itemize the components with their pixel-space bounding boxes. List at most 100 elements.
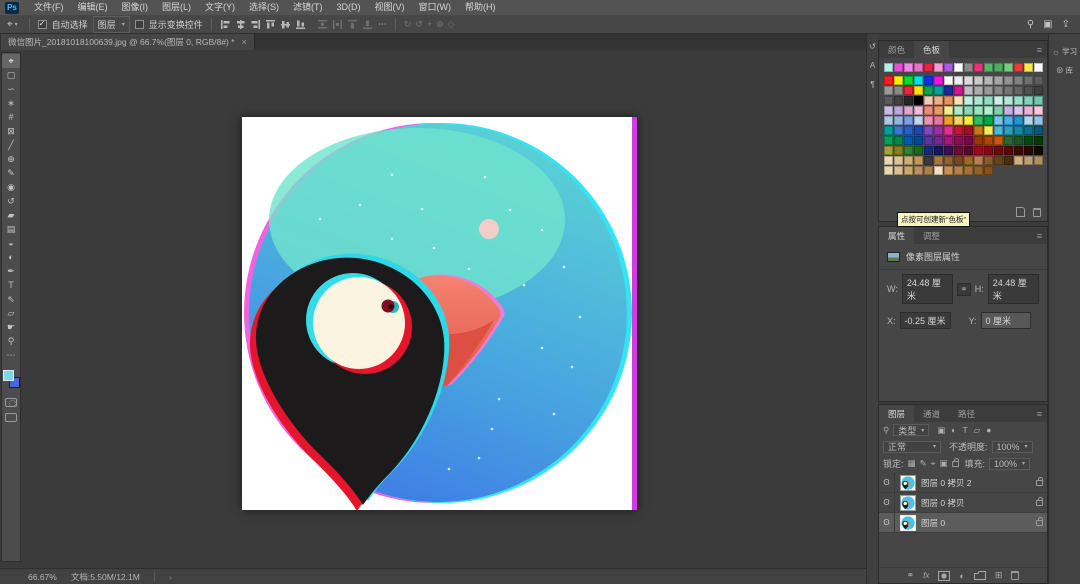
swatch[interactable] [904,116,913,125]
swatch[interactable] [1004,96,1013,105]
filter-kind-icon[interactable]: ▱ [974,425,981,436]
swatch[interactable] [1034,86,1043,95]
swatch[interactable] [974,136,983,145]
swatch[interactable] [1034,156,1043,165]
swatch[interactable] [944,86,953,95]
swatch[interactable] [884,166,893,175]
layer-lock-icon[interactable] [1036,500,1043,506]
tab-paths[interactable]: 路径 [949,405,984,422]
swatch[interactable] [994,76,1003,85]
align-top-icon[interactable] [265,19,276,30]
swatch[interactable] [934,156,943,165]
align-left-icon[interactable] [220,19,231,30]
menu-item[interactable]: 图层(L) [155,0,198,15]
swatch[interactable] [934,106,943,115]
swatch[interactable] [924,116,933,125]
swatch[interactable] [904,136,913,145]
swatch[interactable] [1004,156,1013,165]
swatch[interactable] [944,166,953,175]
adjustment-layer-icon[interactable]: ◐ [959,571,964,581]
swatch[interactable] [884,63,893,72]
swatch[interactable] [894,86,903,95]
swatch[interactable] [934,86,943,95]
swatch[interactable] [964,76,973,85]
distribute-left-icon[interactable] [362,19,373,30]
swatch[interactable] [924,86,933,95]
menu-item[interactable]: 文件(F) [27,0,71,15]
swatch[interactable] [954,166,963,175]
swatch[interactable] [1034,63,1043,72]
hand-tool[interactable]: ☛ [2,320,20,334]
swatch[interactable] [904,126,913,135]
swatch[interactable] [924,156,933,165]
swatch[interactable] [944,76,953,85]
swatch[interactable] [894,136,903,145]
swatch[interactable] [984,146,993,155]
auto-select-target-dropdown[interactable]: 图层 ▾ [93,16,130,33]
swatch[interactable] [934,96,943,105]
layer-lock-icon[interactable] [1036,520,1043,526]
swatch[interactable] [1034,136,1043,145]
swatch[interactable] [924,106,933,115]
search-icon[interactable]: ⚲ [1027,19,1034,30]
swatch[interactable] [904,86,913,95]
swatch[interactable] [994,126,1003,135]
layer-thumbnail[interactable] [900,515,916,531]
path-select-tool[interactable]: ⇖ [2,292,20,306]
swatch[interactable] [884,146,893,155]
swatch[interactable] [924,63,933,72]
swatch[interactable] [954,146,963,155]
swatch[interactable] [934,166,943,175]
frame-tool[interactable]: ⊠ [2,124,20,138]
swatch[interactable] [894,116,903,125]
fill-dropdown[interactable]: 100% ▾ [989,458,1030,470]
layer-row[interactable]: ʘ 图层 0 拷贝 2 [879,473,1047,493]
lock-option-icon[interactable]: ✎ [920,458,927,469]
swatch[interactable] [884,156,893,165]
swatch[interactable] [1004,76,1013,85]
document-tab[interactable]: 微信图片_20181018100639.jpg @ 66.7%(图层 0, RG… [1,34,255,50]
layer-row[interactable]: ʘ 图层 0 拷贝 [879,493,1047,513]
layer-name[interactable]: 图层 0 拷贝 2 [921,477,972,489]
swatch[interactable] [1034,126,1043,135]
swatch[interactable] [984,96,993,105]
magic-wand-tool[interactable]: ∗ [2,96,20,110]
swatch[interactable] [964,106,973,115]
move-tool[interactable]: ⌖ [2,54,20,68]
swatch[interactable] [934,116,943,125]
swatch[interactable] [984,136,993,145]
swatch[interactable] [964,96,973,105]
swatch[interactable] [924,166,933,175]
swatch[interactable] [884,116,893,125]
swatch[interactable] [994,116,1003,125]
swatch[interactable] [1014,146,1023,155]
swatch[interactable] [944,63,953,72]
visibility-eye-icon[interactable]: ʘ [879,493,895,512]
swatch[interactable] [954,126,963,135]
swatch[interactable] [914,63,923,72]
swatch[interactable] [994,156,1003,165]
blur-tool[interactable]: ◒ [2,236,20,250]
more-tools[interactable]: ⋯ [2,348,20,362]
swatch[interactable] [974,156,983,165]
link-layers-icon[interactable]: ⚭ [907,570,915,581]
swatch[interactable] [904,106,913,115]
swatch[interactable] [914,86,923,95]
close-icon[interactable]: × [241,37,246,47]
filter-kind-icon[interactable]: T [962,425,967,436]
menu-item[interactable]: 帮助(H) [458,0,503,15]
swatch[interactable] [1004,136,1013,145]
new-swatch-icon[interactable] [1016,207,1025,217]
swatch[interactable] [914,116,923,125]
swatch[interactable] [924,146,933,155]
swatch[interactable] [894,96,903,105]
swatch[interactable] [1024,96,1033,105]
eyedropper-tool[interactable]: ╱ [2,138,20,152]
swatch[interactable] [964,166,973,175]
quick-mask-icon[interactable] [5,398,17,407]
swatch[interactable] [914,136,923,145]
swatch[interactable] [954,156,963,165]
blend-mode-dropdown[interactable]: 正常 ▾ [883,441,941,453]
swatch[interactable] [904,63,913,72]
swatch[interactable] [1024,116,1033,125]
